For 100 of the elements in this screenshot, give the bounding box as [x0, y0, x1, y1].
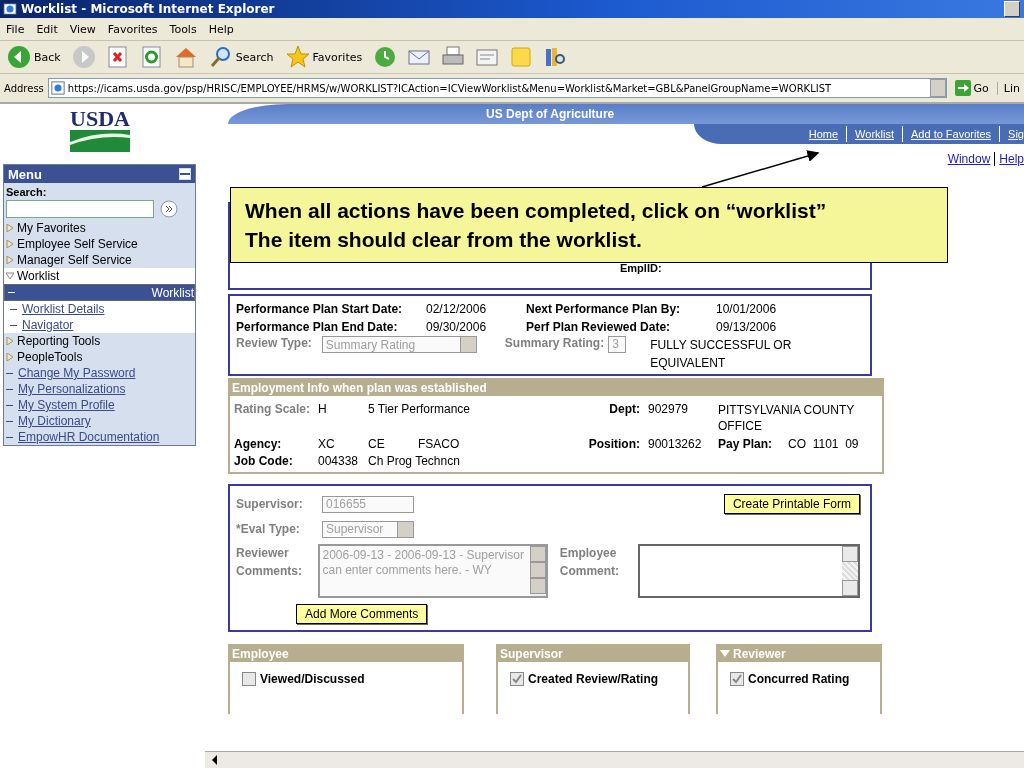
field-label: Agency: [234, 437, 283, 451]
collapse-icon[interactable] [179, 168, 191, 180]
employee-comment-field[interactable] [638, 544, 860, 598]
field-value: FULLY SUCCESSFUL OR EQUIVALENT [650, 337, 793, 372]
menu-item[interactable]: Help [202, 22, 240, 36]
dash-icon [6, 404, 13, 406]
field-label: Employee Comment: [559, 545, 621, 580]
field-value: PITTSYLVANIA COUNTY OFFICE [718, 402, 856, 434]
go-button[interactable]: Go [950, 80, 993, 96]
books-icon[interactable] [543, 45, 568, 69]
field-value: 5 Tier Performance [368, 402, 472, 416]
menu-item[interactable]: File [0, 22, 31, 36]
nav-link[interactable]: Home [808, 128, 839, 140]
field-label: Rating Scale: [234, 402, 312, 416]
menu-item[interactable]: Edit [30, 22, 64, 36]
menu-folder[interactable]: Employee Self Service [4, 236, 195, 252]
field-label: Performance Plan End Date: [236, 320, 399, 334]
panel-title: Reviewer [733, 647, 786, 661]
menu-item[interactable]: View [63, 22, 102, 36]
field-value: CE [368, 437, 386, 451]
menu-folder[interactable]: My Favorites [4, 220, 195, 236]
history-icon[interactable] [373, 45, 398, 69]
menu-folder[interactable]: Worklist [4, 268, 195, 284]
field-label: Reviewer Comments: [236, 545, 303, 580]
checkbox-label: Concurred Rating [748, 672, 850, 686]
field-value: 09/30/2006 [426, 320, 488, 334]
star-icon [285, 45, 310, 69]
search-field[interactable] [6, 200, 154, 218]
field-value: 10/01/2006 [716, 302, 778, 316]
panel-title: Employee [232, 647, 289, 661]
links-label[interactable]: Lin [996, 81, 1020, 95]
checkbox[interactable] [510, 672, 524, 686]
field-value: H [318, 402, 328, 416]
toolbar-button[interactable]: Search [205, 45, 277, 69]
menu-link[interactable]: My Dictionary [4, 413, 195, 429]
menu-item[interactable]: Worklist Details [4, 301, 195, 317]
field-value: CO 1101 09 [788, 437, 860, 451]
browser-icon [3, 2, 17, 16]
menu-item[interactable]: Tools [163, 22, 203, 36]
dash-icon [8, 292, 15, 293]
toolbar-button[interactable]: Back [4, 45, 64, 69]
horizontal-scrollbar[interactable] [205, 751, 1024, 768]
panel-title: Supervisor [500, 647, 563, 661]
field-value: 02/12/2006 [426, 302, 488, 316]
callout-text: When all actions have been completed, click on “worklist” [245, 198, 828, 224]
menu-link[interactable]: Change My Password [4, 365, 195, 381]
field-value: 004338 [318, 454, 360, 468]
menu-item[interactable]: Worklist [4, 284, 195, 301]
field-value: XC [318, 437, 336, 451]
field-label: EmplID: [620, 262, 662, 274]
field-label: Perf Plan Reviewed Date: [526, 320, 672, 334]
dash-icon [10, 308, 17, 310]
checkbox-label: Viewed/Discussed [260, 672, 365, 686]
field-label: Position: [588, 437, 641, 451]
menu-item[interactable]: Favorites [101, 22, 164, 36]
menu-link[interactable]: My System Profile [4, 397, 195, 413]
field-label: Pay Plan: [718, 437, 774, 451]
window-title: Worklist - Microsoft Internet Explorer [21, 2, 275, 16]
dash-icon [6, 372, 13, 374]
add-more-comments-button[interactable]: Add More Comments [296, 604, 428, 624]
page-icon [50, 81, 65, 95]
field-label: Performance Plan Start Date: [236, 302, 404, 316]
toolbar-button[interactable]: Favorites [282, 45, 366, 69]
search-label: Search: [5, 185, 48, 200]
menu-item[interactable]: Navigator [4, 317, 195, 333]
stop-icon[interactable] [105, 45, 130, 69]
menu-folder[interactable]: Manager Self Service [4, 252, 195, 268]
create-printable-form-button[interactable]: Create Printable Form [723, 494, 860, 514]
menu-title: Menu [8, 166, 42, 182]
page-link[interactable]: Help [999, 152, 1024, 166]
field-label: Next Performance Plan By: [526, 302, 682, 316]
checkbox[interactable] [242, 672, 256, 686]
nav-link[interactable]: Add to Favorites [911, 128, 992, 140]
menu-link[interactable]: EmpowHR Documentation [4, 429, 195, 445]
menu-folder[interactable]: PeopleTools [4, 349, 195, 365]
search-icon [208, 45, 233, 69]
field-value: 902979 [648, 402, 690, 416]
expand-icon[interactable] [720, 650, 730, 658]
field-label: *Eval Type: [236, 521, 301, 538]
field-label: Job Code: [234, 454, 294, 468]
field-value: 09/13/2006 [716, 320, 778, 334]
dash-icon [10, 324, 17, 326]
menu-link[interactable]: My Personalizations [4, 381, 195, 397]
forward-button-icon[interactable] [71, 45, 96, 69]
nav-link[interactable]: Worklist [855, 128, 894, 140]
search-go-icon[interactable] [160, 200, 178, 218]
section-header: Employment Info when plan was established [230, 380, 882, 396]
menu-folder[interactable]: Reporting Tools [4, 333, 195, 349]
checkbox[interactable] [730, 672, 744, 686]
address-field[interactable]: https://icams.usda.gov/psp/HRISC/EMPLOYEE/HRMS/w/WORKLIST?ICAction=ICViewWorklist&Menu=Worklist&Market=GBL&PanelGroupName=WORKLIST [47, 78, 947, 98]
banner-title: US Dept of Agriculture [486, 107, 615, 121]
note-icon[interactable] [509, 45, 534, 69]
page-link[interactable]: Window [947, 152, 991, 166]
refresh-icon[interactable] [139, 45, 164, 69]
field-value: Ch Prog Techncn [368, 454, 461, 468]
dash-icon [6, 388, 13, 390]
nav-link[interactable]: Sig [1008, 128, 1024, 140]
field-label: Summary Rating: [504, 336, 605, 350]
logo-swoosh-icon [70, 130, 130, 152]
minimize-button[interactable] [1004, 1, 1020, 17]
